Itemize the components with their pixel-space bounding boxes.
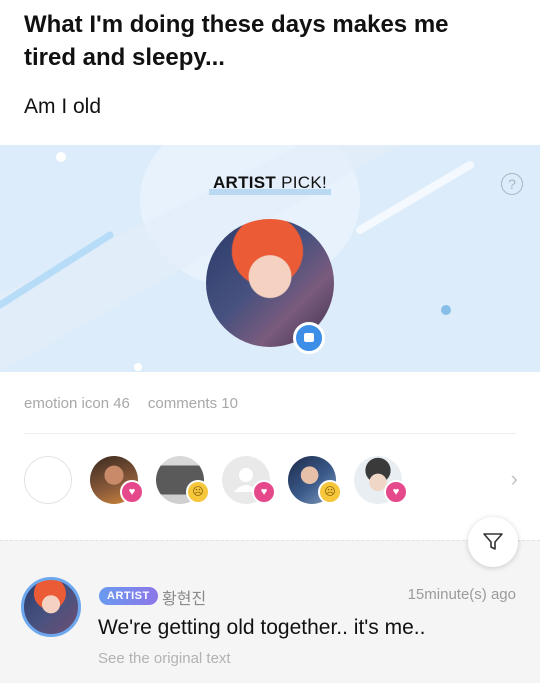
reaction-item[interactable]: ♥ — [90, 456, 144, 504]
post-stats: emotion icon 46 comments 10 — [24, 395, 238, 412]
sad-face-icon: ☹ — [318, 480, 342, 504]
post-title: What I'm doing these days makes me tired… — [24, 11, 449, 71]
chevron-right-icon[interactable]: › — [511, 466, 518, 492]
empty-avatar — [24, 456, 72, 504]
reaction-item[interactable]: ☹ — [288, 456, 342, 504]
artist-badge: ARTIST — [99, 587, 158, 605]
reaction-item[interactable]: ☹ — [156, 456, 210, 504]
chat-bubble-icon — [293, 322, 325, 354]
comment-author-name[interactable]: 황현진 — [162, 585, 206, 609]
sad-face-icon: ☹ — [186, 480, 210, 504]
divider — [24, 433, 516, 434]
heart-icon: ♥ — [384, 480, 408, 504]
artist-pick-banner: ARTIST PICK! ? — [0, 145, 540, 372]
see-original-link[interactable]: See the original text — [98, 650, 231, 667]
comment-timestamp: 15minute(s) ago — [407, 586, 516, 603]
reaction-item[interactable]: ♥ — [222, 456, 276, 504]
heart-icon: ♥ — [252, 480, 276, 504]
filter-button[interactable] — [468, 517, 518, 567]
artist-pick-title: ARTIST PICK! — [0, 173, 540, 195]
filter-icon — [483, 533, 503, 550]
comment-author-avatar[interactable] — [21, 577, 81, 637]
post-body: Am I old — [24, 95, 102, 118]
emotion-count[interactable]: emotion icon 46 — [24, 395, 130, 412]
reaction-item[interactable]: ♥ — [354, 456, 408, 504]
comment-section: ARTIST 황현진 15minute(s) ago We're getting… — [0, 540, 540, 683]
reaction-avatars: ♥ ☹ ♥ ☹ ♥ › — [24, 456, 524, 506]
question-mark-icon[interactable]: ? — [501, 173, 523, 195]
heart-icon: ♥ — [120, 480, 144, 504]
reaction-item[interactable] — [24, 456, 72, 504]
comment-text: We're getting old together.. it's me.. — [98, 616, 426, 639]
comment-count[interactable]: comments 10 — [148, 395, 238, 412]
